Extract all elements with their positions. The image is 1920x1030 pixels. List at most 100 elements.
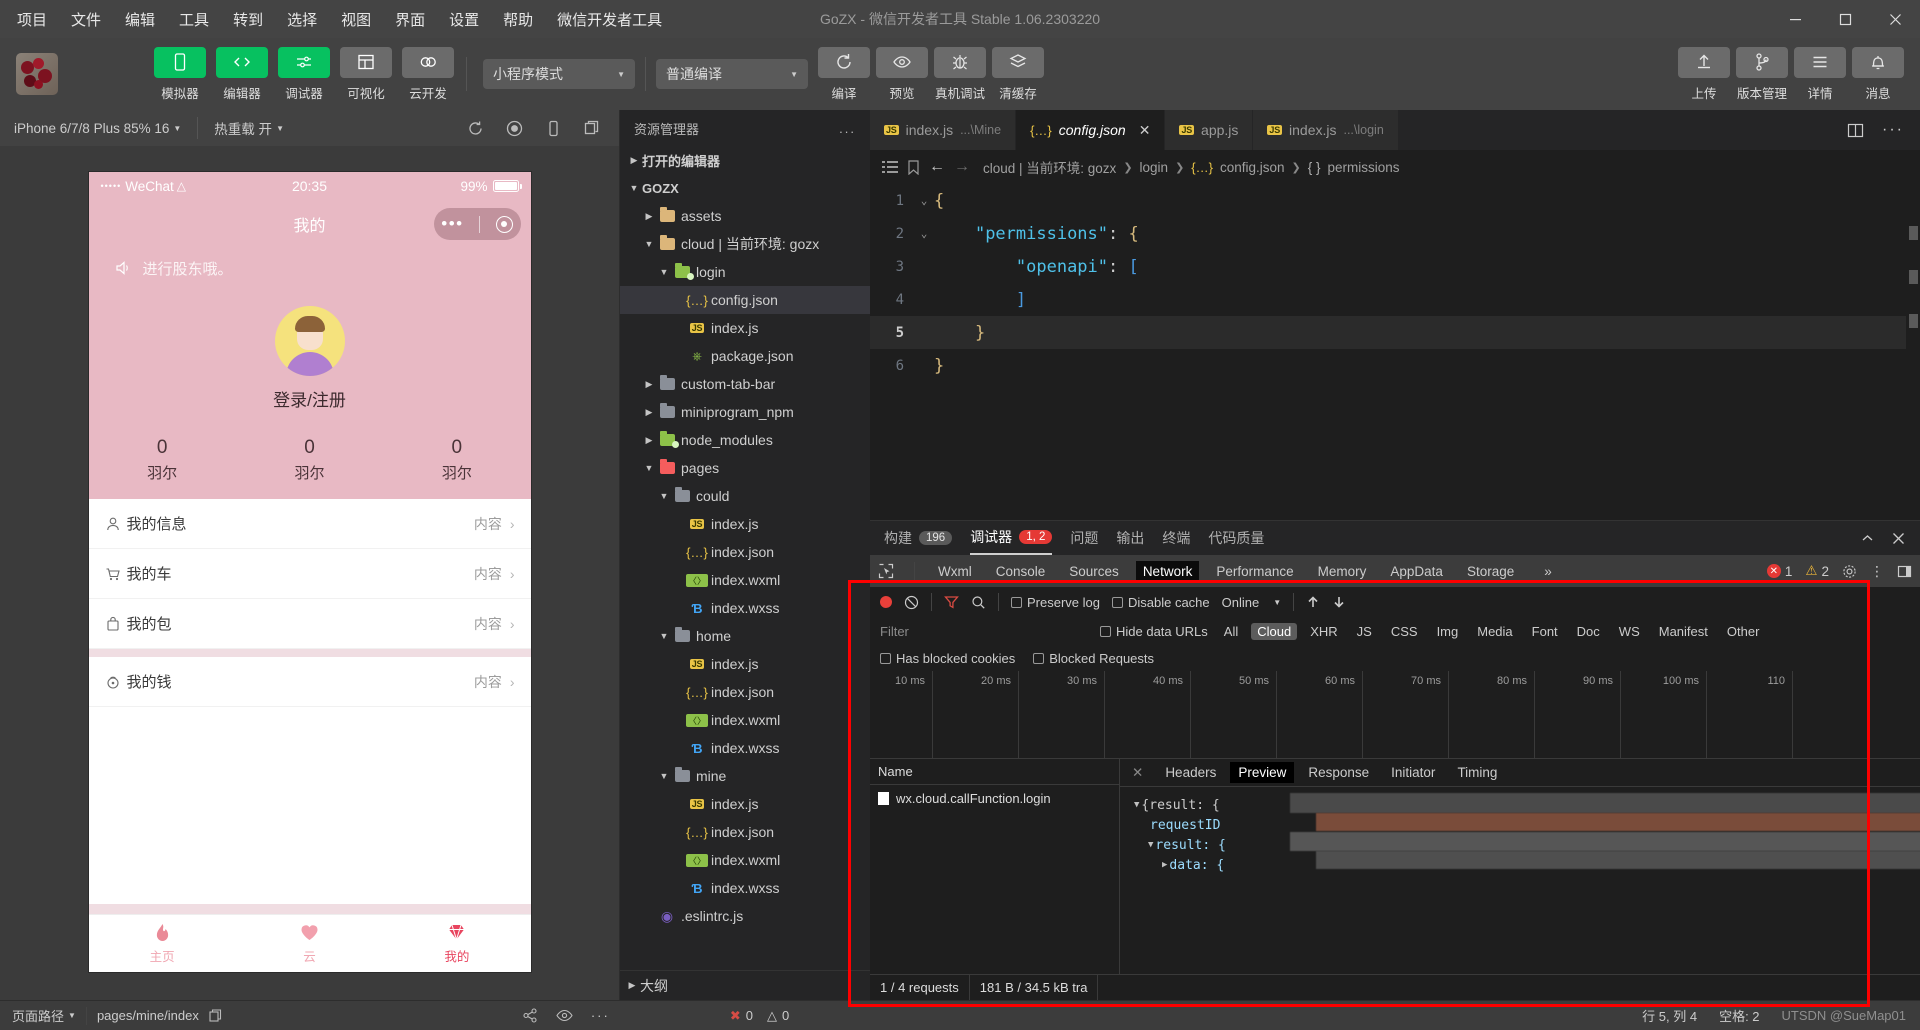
copy-icon[interactable] xyxy=(209,1008,222,1023)
bookmark-icon[interactable] xyxy=(907,159,920,175)
more-icon[interactable]: ··· xyxy=(591,1008,610,1023)
tree-folder[interactable]: ▼ mine xyxy=(620,762,870,790)
tree-file[interactable]: JS index.js xyxy=(620,510,870,538)
tree-file[interactable]: {…} config.json xyxy=(620,286,870,314)
network-timeline[interactable]: 10 ms 20 ms 30 ms 40 ms 50 ms 60 ms 70 ms 80 ms… xyxy=(870,671,1920,759)
tree-folder[interactable]: ▶ assets xyxy=(620,202,870,230)
tree-file[interactable]: JS index.js xyxy=(620,314,870,342)
menu-row[interactable]: 我的车 内容 › xyxy=(88,549,531,599)
menu-item-7[interactable]: 界面 xyxy=(392,7,428,32)
close-target-icon[interactable] xyxy=(495,215,513,233)
avatar[interactable] xyxy=(16,53,58,95)
tabbar-item-2[interactable]: 我的 xyxy=(383,915,530,972)
filter-type-js[interactable]: JS xyxy=(1351,623,1378,640)
stat-item[interactable]: 0 羽尔 xyxy=(89,437,236,483)
panel-tab-wxml[interactable]: Wxml xyxy=(931,561,979,582)
right-action-branch-icon[interactable]: 版本管理 xyxy=(1736,46,1788,102)
share-icon[interactable] xyxy=(522,1008,538,1023)
filter-type-media[interactable]: Media xyxy=(1471,623,1518,640)
split-editor-icon[interactable] xyxy=(1847,122,1864,139)
menu-item-8[interactable]: 设置 xyxy=(446,7,482,32)
fold-icon[interactable]: ⌄ xyxy=(914,194,934,207)
tree-file[interactable]: JS index.js xyxy=(620,790,870,818)
tree-folder[interactable]: ▶ node_modules xyxy=(620,426,870,454)
blocked-requests-checkbox[interactable]: Blocked Requests xyxy=(1033,651,1154,666)
code-line[interactable]: 4 ] xyxy=(870,283,1920,316)
clear-icon[interactable] xyxy=(904,595,919,610)
toolbar-button-layout-icon[interactable]: 可视化 xyxy=(338,46,394,102)
breadcrumb-item[interactable]: config.json xyxy=(1220,160,1285,175)
back-icon[interactable]: ← xyxy=(929,158,945,176)
error-indicator[interactable]: ✕ 1 xyxy=(1766,564,1792,579)
filter-type-css[interactable]: CSS xyxy=(1385,623,1424,640)
filter-type-manifest[interactable]: Manifest xyxy=(1653,623,1714,640)
tree-file[interactable]: ⎈ package.json xyxy=(620,342,870,370)
tree-file[interactable]: JS index.js xyxy=(620,650,870,678)
code-editor[interactable]: 1 ⌄{2 ⌄ "permissions": {3 "openapi": [4 ] 5… xyxy=(870,184,1920,520)
panel-tab-sources[interactable]: Sources xyxy=(1062,561,1126,582)
filter-type-xhr[interactable]: XHR xyxy=(1304,623,1343,640)
tree-folder[interactable]: ▼ could xyxy=(620,482,870,510)
inspect-element-icon[interactable] xyxy=(878,563,894,579)
request-row[interactable]: wx.cloud.callFunction.login xyxy=(870,785,1119,811)
gear-icon[interactable] xyxy=(1842,564,1857,579)
indent-indicator[interactable]: 空格: 2 xyxy=(1719,1006,1759,1025)
editor-tab-3[interactable]: JS index.js ...\login xyxy=(1253,110,1399,150)
menu-item-0[interactable]: 项目 xyxy=(14,7,50,32)
toolbar-button-sliders-icon[interactable]: 调试器 xyxy=(276,46,332,102)
tree-open-editors[interactable]: ▶ 打开的编辑器 xyxy=(620,146,870,174)
user-avatar[interactable] xyxy=(274,306,345,376)
menu-item-6[interactable]: 视图 xyxy=(338,7,374,32)
editor-tab-0[interactable]: JS index.js ...\Mine xyxy=(870,110,1017,150)
panel-tab-console[interactable]: Console xyxy=(989,561,1053,582)
stat-item[interactable]: 0 羽尔 xyxy=(236,437,383,483)
tree-folder[interactable]: ▶ miniprogram_npm xyxy=(620,398,870,426)
editor-tab-1[interactable]: {…} config.json ✕ xyxy=(1016,110,1166,150)
devtools-tab-5[interactable]: 代码质量 xyxy=(1208,521,1264,555)
detail-tab-preview[interactable]: Preview xyxy=(1230,762,1295,783)
devtools-tab-2[interactable]: 问题 xyxy=(1070,521,1098,555)
detail-tab-timing[interactable]: Timing xyxy=(1449,762,1505,783)
devtools-tab-0[interactable]: 构建 196 xyxy=(884,521,953,555)
outline-section[interactable]: ▶ 大纲 xyxy=(620,970,870,1000)
menu-item-4[interactable]: 转到 xyxy=(230,7,266,32)
warning-count-status[interactable]: △ 0 xyxy=(767,1008,789,1024)
export-har-icon[interactable] xyxy=(1332,595,1346,610)
mode-select[interactable]: 小程序模式 ▼ xyxy=(483,59,635,89)
breadcrumb-item[interactable]: permissions xyxy=(1328,160,1400,175)
search-icon[interactable] xyxy=(971,595,986,610)
filter-type-doc[interactable]: Doc xyxy=(1571,623,1606,640)
detail-tab-headers[interactable]: Headers xyxy=(1157,762,1224,783)
login-register-link[interactable]: 登录/注册 xyxy=(273,386,346,411)
menu-row[interactable]: 我的钱 内容 › xyxy=(88,657,531,707)
right-action-upload-icon[interactable]: 上传 xyxy=(1678,46,1730,102)
dock-icon[interactable] xyxy=(1897,564,1912,579)
action-button-layers-icon[interactable]: 清缓存 xyxy=(992,46,1044,102)
code-line[interactable]: 3 "openapi": [ xyxy=(870,250,1920,283)
record-button[interactable] xyxy=(880,596,892,608)
panel-overflow[interactable]: » xyxy=(1537,561,1559,582)
tree-folder[interactable]: ▼ home xyxy=(620,622,870,650)
panel-tab-storage[interactable]: Storage xyxy=(1460,561,1521,582)
expand-triangle-icon[interactable]: ▶ xyxy=(1162,860,1167,870)
filter-type-img[interactable]: Img xyxy=(1431,623,1465,640)
filter-type-all[interactable]: All xyxy=(1218,623,1244,640)
code-line[interactable]: 2 ⌄ "permissions": { xyxy=(870,217,1920,250)
fold-icon[interactable]: ⌄ xyxy=(914,227,934,240)
devtools-tab-1[interactable]: 调试器 1, 2 xyxy=(970,521,1053,555)
phone-screen[interactable]: ••••• WeChat △ 20:35 99% 我的 ••• 进行股东哦。 登… xyxy=(88,172,531,972)
code-line[interactable]: 1 ⌄{ xyxy=(870,184,1920,217)
minimize-button[interactable] xyxy=(1770,0,1820,38)
filter-type-cloud[interactable]: Cloud xyxy=(1251,622,1298,640)
eye-icon[interactable] xyxy=(556,1009,573,1022)
tree-project-root[interactable]: ▼ GOZX xyxy=(620,174,870,202)
record-icon[interactable] xyxy=(506,120,523,137)
filter-type-other[interactable]: Other xyxy=(1721,623,1766,640)
expand-triangle-icon[interactable]: ▼ xyxy=(1148,840,1153,850)
menu-item-1[interactable]: 文件 xyxy=(68,7,104,32)
toolbar-button-cloud-icon[interactable]: 云开发 xyxy=(400,46,456,102)
menu-item-5[interactable]: 选择 xyxy=(284,7,320,32)
editor-scrollbar[interactable] xyxy=(1906,184,1920,520)
devtools-tab-4[interactable]: 终端 xyxy=(1162,521,1190,555)
action-button-eye-icon[interactable]: 预览 xyxy=(876,46,928,102)
